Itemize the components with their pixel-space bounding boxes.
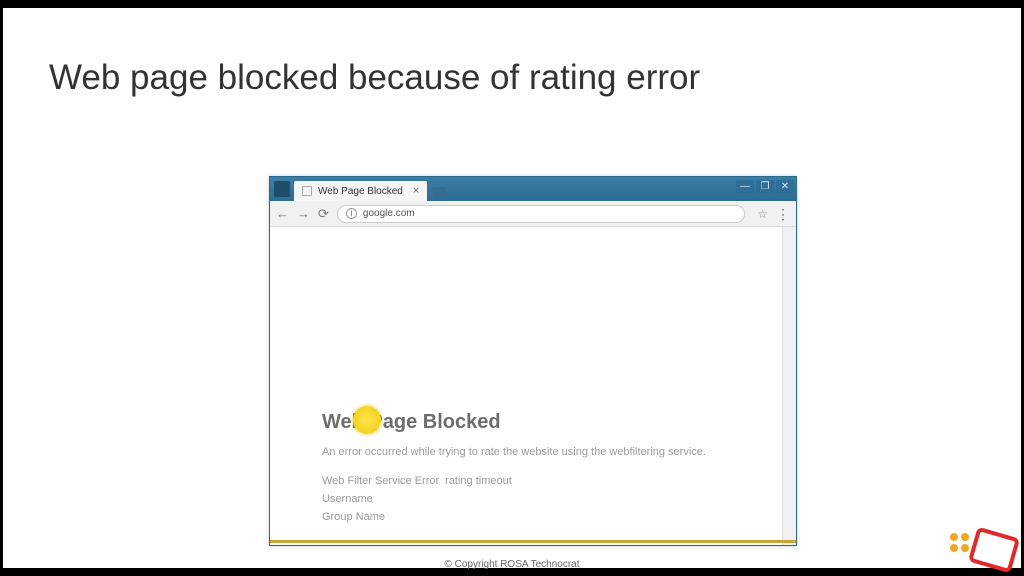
address-bar[interactable]: i google.com xyxy=(337,205,745,223)
maximize-button[interactable]: ❐ xyxy=(756,180,774,193)
info-label: Web Filter Service Error xyxy=(322,475,439,487)
vertical-scrollbar[interactable] xyxy=(782,227,796,545)
logo-dots-icon xyxy=(950,533,969,552)
reload-button[interactable]: ⟳ xyxy=(318,207,329,220)
blocked-panel: Web Page Blocked An error occurred while… xyxy=(322,411,752,529)
slide: Web page blocked because of rating error… xyxy=(3,8,1021,568)
favicon-icon xyxy=(302,186,312,196)
brand-logo xyxy=(948,516,1018,570)
cursor-highlight-icon xyxy=(353,406,381,434)
blocked-message: An error occurred while trying to rate t… xyxy=(322,444,752,461)
info-row: Group Name xyxy=(322,511,752,523)
close-tab-icon[interactable]: × xyxy=(413,186,419,197)
new-tab-button[interactable] xyxy=(431,187,449,199)
browser-titlebar: Web Page Blocked × — ❐ ✕ xyxy=(270,177,796,201)
close-window-button[interactable]: ✕ xyxy=(776,180,794,193)
info-value: rating timeout xyxy=(445,475,512,487)
browser-window: Web Page Blocked × — ❐ ✕ ← → ⟳ i google.… xyxy=(269,176,797,546)
tab-title: Web Page Blocked xyxy=(318,186,403,197)
blocked-heading: Web Page Blocked xyxy=(322,411,752,434)
browser-menu-icon[interactable]: ⋮ xyxy=(776,207,790,221)
page-viewport: Web Page Blocked An error occurred while… xyxy=(270,227,796,545)
url-text: google.com xyxy=(363,208,415,219)
window-controls: — ❐ ✕ xyxy=(736,180,794,193)
minimize-button[interactable]: — xyxy=(736,180,754,193)
logo-frame-icon xyxy=(968,527,1020,574)
copyright-text: © Copyright ROSA Technocrat xyxy=(444,559,579,570)
bookmark-icon[interactable]: ☆ xyxy=(757,207,768,221)
divider-line xyxy=(270,540,796,543)
forward-button[interactable]: → xyxy=(297,207,310,220)
browser-tab[interactable]: Web Page Blocked × xyxy=(294,181,427,201)
info-label: Username xyxy=(322,493,373,505)
back-button[interactable]: ← xyxy=(276,207,289,220)
browser-toolbar: ← → ⟳ i google.com ☆ ⋮ xyxy=(270,201,796,227)
info-row: Web Filter Service Error rating timeout xyxy=(322,475,752,487)
slide-title: Web page blocked because of rating error xyxy=(49,58,700,98)
site-info-icon[interactable]: i xyxy=(346,208,357,219)
info-row: Username xyxy=(322,493,752,505)
info-label: Group Name xyxy=(322,511,385,523)
app-icon xyxy=(274,181,290,197)
